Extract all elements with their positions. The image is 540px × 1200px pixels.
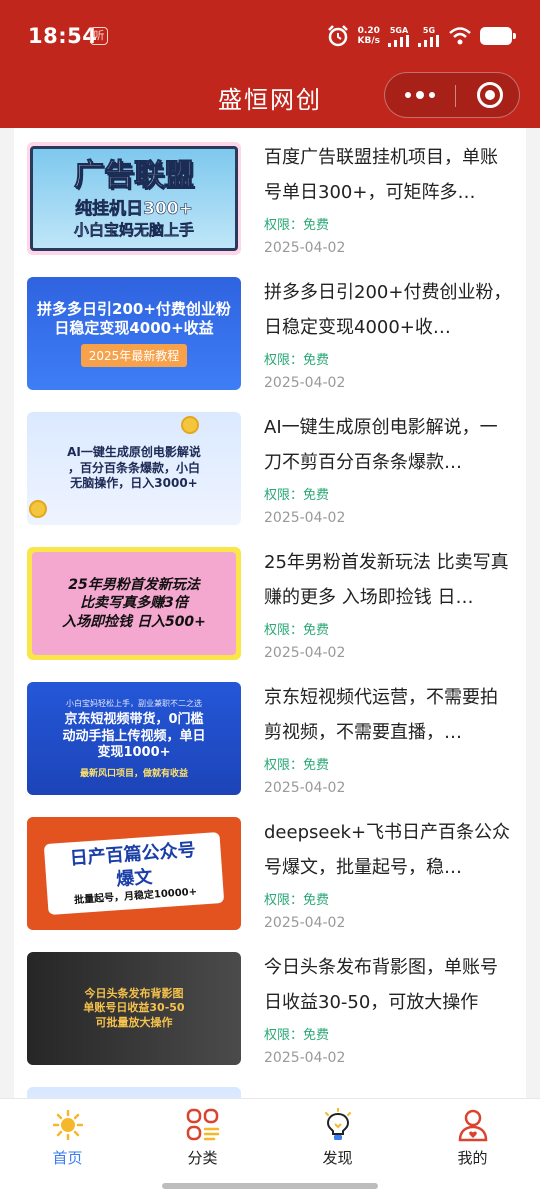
thumb-text: 批量起号，月稳定10000+ — [73, 886, 198, 907]
network-speed-value: 0.20 — [357, 26, 380, 36]
signal-5g: 5G — [418, 26, 440, 47]
item-permission: 权限：免费 — [264, 623, 330, 638]
network-speed: 0.20 KB/s — [358, 26, 380, 46]
item-thumbnail: 25年男粉首发新玩法 比卖写真多赚3倍 入场即捡钱 日入500+ — [27, 547, 241, 660]
thumb-text: 比卖写真多赚3倍 — [80, 595, 188, 612]
thumb-text: 最新风口项目，做就有收益 — [79, 769, 188, 780]
list-item[interactable]: 日产百篇公众号 爆文 批量起号，月稳定10000+ deepseek+飞书日产百… — [14, 803, 526, 938]
tab-profile[interactable]: 我的 — [405, 1107, 540, 1171]
tab-category-label: 分类 — [187, 1149, 218, 1167]
user-profile-icon — [455, 1107, 491, 1143]
thumb-text: 爆文 — [115, 866, 154, 890]
item-permission: 权限：免费 — [264, 758, 330, 773]
item-title: deepseek+飞书日产百条公众号爆文，批量起号，稳… — [264, 822, 511, 878]
thumb-text: 小白宝妈轻松上手，副业兼职不二之选 — [66, 698, 202, 708]
more-menu-button[interactable] — [385, 73, 455, 117]
item-date: 2025-04-02 — [264, 510, 346, 526]
thumb-text: 广告联盟 — [74, 157, 195, 193]
thumb-text: 拼多多日引200+付费创业粉 — [37, 299, 231, 318]
list-item[interactable]: 广告联盟 纯挂机日300+ 小白宝妈无脑上手 百度广告联盟挂机项目，单账号单日3… — [14, 128, 526, 263]
alarm-icon — [327, 25, 348, 47]
signal-bars-icon — [418, 34, 439, 47]
battery-icon — [480, 27, 516, 45]
category-grid-icon — [185, 1107, 221, 1143]
thumb-text: 今日头条发布背影图 — [84, 987, 184, 1001]
system-icons: 0.20 KB/s 5GA 5G — [326, 22, 516, 50]
tab-profile-label: 我的 — [457, 1149, 488, 1167]
thumb-text: ，百分百条条爆款，小白 — [67, 460, 200, 475]
signal-5g-label: 5G — [422, 25, 436, 35]
thumb-text: 纯挂机日300+ — [75, 199, 193, 220]
thumb-text: 入场即捡钱 日入500+ — [62, 613, 206, 630]
item-date: 2025-04-02 — [264, 780, 346, 796]
sun-home-icon — [50, 1107, 86, 1143]
tab-discover[interactable]: 发现 — [270, 1107, 405, 1171]
item-title: AI一键生成原创电影解说，一刀不剪百分百条条爆款… — [264, 417, 498, 473]
item-thumbnail: 日产百篇公众号 爆文 批量起号，月稳定10000+ — [27, 817, 241, 930]
thumb-text: 动动手指上传视频，单日 — [62, 728, 206, 744]
list-item[interactable]: AI一键生成原创电影解说 ，百分百条条爆款，小白 无脑操作，日入3000+ AI… — [14, 398, 526, 533]
item-permission: 权限：免费 — [264, 893, 330, 908]
list-item[interactable]: 小白宝妈轻松上手，副业兼职不二之选 京东短视频带货，0门槛 动动手指上传视频，单… — [14, 668, 526, 803]
item-date: 2025-04-02 — [264, 240, 346, 256]
list-item[interactable]: 今日头条发布背影图 单账号日收益30-50 可批量放大操作 今日头条发布背影图，… — [14, 938, 526, 1073]
list-item-partial[interactable] — [14, 1073, 526, 1098]
lightbulb-icon — [320, 1107, 356, 1143]
item-thumbnail: 广告联盟 纯挂机日300+ 小白宝妈无脑上手 — [27, 142, 241, 255]
item-thumbnail — [27, 1087, 241, 1098]
item-date: 2025-04-02 — [264, 375, 346, 391]
signal-5ga: 5GA — [388, 26, 410, 47]
item-permission: 权限：免费 — [264, 488, 330, 503]
signal-5ga-label: 5GA — [389, 25, 409, 35]
wifi-icon — [449, 27, 471, 45]
app-header: 18:54 听 0.20 KB/s 5GA 5G 盛恒网创 — [0, 0, 540, 128]
item-title: 今日头条发布背影图，单账号日收益30-50，可放大操作 — [264, 957, 498, 1013]
item-permission: 权限：免费 — [264, 1028, 330, 1043]
thumb-text: 无脑操作，日入3000+ — [70, 476, 198, 491]
item-thumbnail: AI一键生成原创电影解说 ，百分百条条爆款，小白 无脑操作，日入3000+ — [27, 412, 241, 525]
item-title: 京东短视频代运营，不需要拍剪视频，不需要直播，… — [264, 687, 498, 743]
thumb-text: 可批量放大操作 — [95, 1015, 173, 1029]
tab-home-label: 首页 — [52, 1149, 83, 1167]
item-thumbnail: 拼多多日引200+付费创业粉 日稳定变现4000+收益 2025年最新教程 — [27, 277, 241, 390]
list-item[interactable]: 25年男粉首发新玩法 比卖写真多赚3倍 入场即捡钱 日入500+ 25年男粉首发… — [14, 533, 526, 668]
coin-icon — [181, 416, 199, 434]
coin-icon — [29, 500, 47, 518]
item-title: 百度广告联盟挂机项目，单账号单日300+，可矩阵多… — [264, 147, 498, 203]
item-date: 2025-04-02 — [264, 1050, 346, 1066]
thumb-text: 日稳定变现4000+收益 — [54, 318, 214, 337]
thumb-card: 日产百篇公众号 爆文 批量起号，月稳定10000+ — [43, 831, 225, 915]
status-bar: 18:54 听 0.20 KB/s 5GA 5G — [0, 0, 540, 70]
thumb-text: 单账号日收益30-50 — [83, 1001, 185, 1015]
item-thumbnail: 今日头条发布背影图 单账号日收益30-50 可批量放大操作 — [27, 952, 241, 1065]
thumb-text: 小白宝妈无脑上手 — [73, 220, 195, 239]
miniprogram-capsule — [384, 72, 520, 118]
listen-badge-icon: 听 — [90, 27, 108, 45]
item-date: 2025-04-02 — [264, 915, 346, 931]
capsule-divider — [455, 85, 456, 107]
list-item[interactable]: 拼多多日引200+付费创业粉 日稳定变现4000+收益 2025年最新教程 拼多… — [14, 263, 526, 398]
item-title: 25年男粉首发新玩法 比卖写真赚的更多 入场即捡钱 日… — [264, 552, 509, 608]
thumb-text: 变现1000+ — [97, 745, 171, 761]
item-permission: 权限：免费 — [264, 353, 330, 368]
thumb-text: AI一键生成原创电影解说 — [67, 445, 201, 460]
tab-discover-label: 发现 — [322, 1149, 353, 1167]
article-list: 广告联盟 纯挂机日300+ 小白宝妈无脑上手 百度广告联盟挂机项目，单账号单日3… — [14, 128, 526, 1098]
item-title: 拼多多日引200+付费创业粉，日稳定变现4000+收… — [264, 282, 512, 338]
status-time: 18:54 — [28, 24, 98, 48]
thumb-text: 25年男粉首发新玩法 — [68, 577, 200, 594]
item-permission: 权限：免费 — [264, 218, 330, 233]
network-speed-unit: KB/s — [357, 36, 380, 46]
tab-category[interactable]: 分类 — [135, 1107, 270, 1171]
tab-home[interactable]: 首页 — [0, 1107, 135, 1171]
signal-bars-icon — [388, 34, 409, 47]
item-date: 2025-04-02 — [264, 645, 346, 661]
item-thumbnail: 小白宝妈轻松上手，副业兼职不二之选 京东短视频带货，0门槛 动动手指上传视频，单… — [27, 682, 241, 795]
thumb-tag: 2025年最新教程 — [80, 344, 188, 368]
home-indicator[interactable] — [162, 1183, 378, 1189]
close-miniprogram-button[interactable] — [477, 82, 503, 108]
thumb-text: 京东短视频带货，0门槛 — [64, 711, 204, 727]
